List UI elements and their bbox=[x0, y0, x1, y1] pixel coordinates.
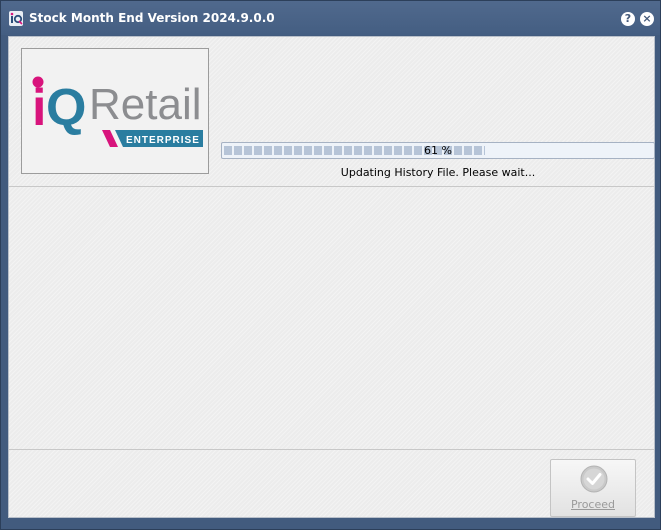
proceed-button[interactable]: Proceed bbox=[550, 459, 636, 517]
footer-panel: Proceed bbox=[9, 449, 654, 517]
header-section: i Q Retail ENTERPRISE 61 % Updating Hist… bbox=[9, 37, 655, 187]
iq-retail-logo: i Q Retail ENTERPRISE bbox=[21, 48, 209, 174]
logo-tagline: ENTERPRISE bbox=[126, 135, 200, 146]
proceed-button-label: Proceed bbox=[570, 498, 616, 511]
status-message: Updating History File. Please wait... bbox=[340, 166, 536, 179]
checkmark-icon bbox=[580, 465, 608, 493]
logo-letter-i: i bbox=[32, 79, 46, 137]
dialog-body: i Q Retail ENTERPRISE 61 % Updating Hist… bbox=[8, 36, 655, 518]
help-button[interactable]: ? bbox=[621, 12, 635, 26]
logo-word-retail: Retail bbox=[89, 80, 202, 129]
logo-band-accent bbox=[102, 130, 118, 147]
close-button[interactable]: × bbox=[640, 12, 654, 26]
progress-label: 61 % bbox=[424, 144, 452, 157]
iq-app-icon bbox=[9, 11, 23, 26]
title-bar[interactable]: Stock Month End Version 2024.9.0.0 ? × bbox=[1, 1, 660, 35]
stock-month-end-window: Stock Month End Version 2024.9.0.0 ? × i… bbox=[0, 0, 661, 530]
logo-letter-q: Q bbox=[46, 79, 86, 137]
progress-bar: 61 % bbox=[221, 142, 655, 159]
window-title: Stock Month End Version 2024.9.0.0 bbox=[29, 11, 275, 25]
